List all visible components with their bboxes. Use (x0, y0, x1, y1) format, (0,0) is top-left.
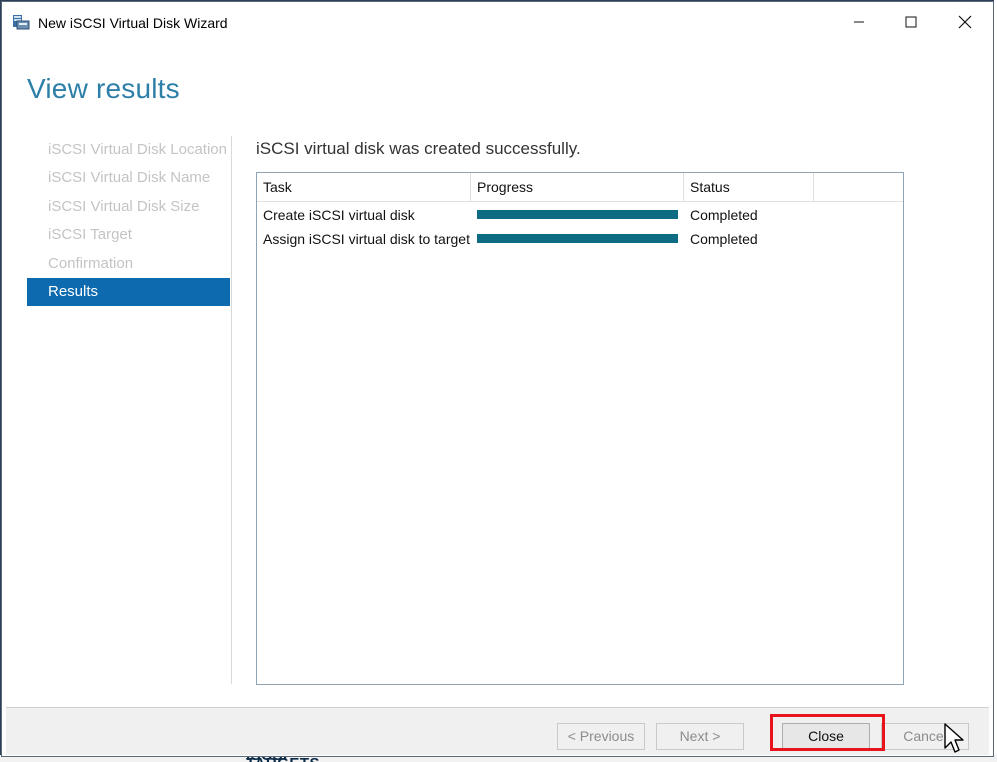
column-header-progress[interactable]: Progress (471, 173, 684, 201)
table-header: Task Progress Status (257, 173, 903, 202)
results-table[interactable]: Task Progress Status Create iSCSI virtua… (256, 172, 904, 685)
result-message: iSCSI virtual disk was created successfu… (256, 139, 581, 158)
column-header-status[interactable]: Status (684, 173, 814, 201)
task-cell: Create iSCSI virtual disk (263, 207, 415, 223)
nav-item-target: iSCSI Target (48, 226, 132, 244)
previous-button[interactable]: < Previous (557, 723, 645, 750)
page-title: View results (27, 73, 180, 104)
minimize-icon (854, 21, 864, 23)
mouse-cursor-icon (943, 722, 967, 756)
progress-bar (477, 210, 678, 219)
task-cell: Assign iSCSI virtual disk to target (263, 231, 470, 247)
maximize-icon (905, 16, 917, 28)
wizard-content: View results iSCSI Virtual Disk Location… (6, 42, 989, 707)
nav-item-name: iSCSI Virtual Disk Name (48, 169, 211, 187)
server-disk-icon (12, 14, 30, 30)
nav-item-results[interactable]: Results (27, 277, 230, 307)
status-cell: Completed (690, 207, 758, 223)
close-icon (958, 15, 972, 29)
next-button[interactable]: Next > (656, 723, 744, 750)
column-header-task[interactable]: Task (257, 173, 471, 201)
status-cell: Completed (690, 231, 758, 247)
minimize-button[interactable] (834, 2, 884, 42)
progress-bar (477, 234, 678, 243)
wizard-window: New iSCSI Virtual Disk Wizard View resul… (1, 1, 994, 757)
nav-divider (231, 136, 232, 684)
close-window-button[interactable] (940, 2, 990, 42)
close-button-highlight (770, 714, 885, 751)
window-title: New iSCSI Virtual Disk Wizard (38, 15, 228, 31)
title-bar[interactable]: New iSCSI Virtual Disk Wizard (2, 2, 993, 42)
wizard-steps-nav: iSCSI Virtual Disk Location iSCSI Virtua… (27, 136, 230, 307)
nav-item-location: iSCSI Virtual Disk Location (48, 141, 227, 158)
nav-item-confirmation: Confirmation (48, 254, 134, 272)
column-header-filler (814, 173, 904, 201)
maximize-button[interactable] (886, 2, 936, 42)
table-row[interactable]: Assign iSCSI virtual disk to target Comp… (257, 227, 903, 251)
table-row[interactable]: Create iSCSI virtual disk Completed (257, 203, 903, 227)
nav-item-size: iSCSI Virtual Disk Size (48, 197, 200, 215)
